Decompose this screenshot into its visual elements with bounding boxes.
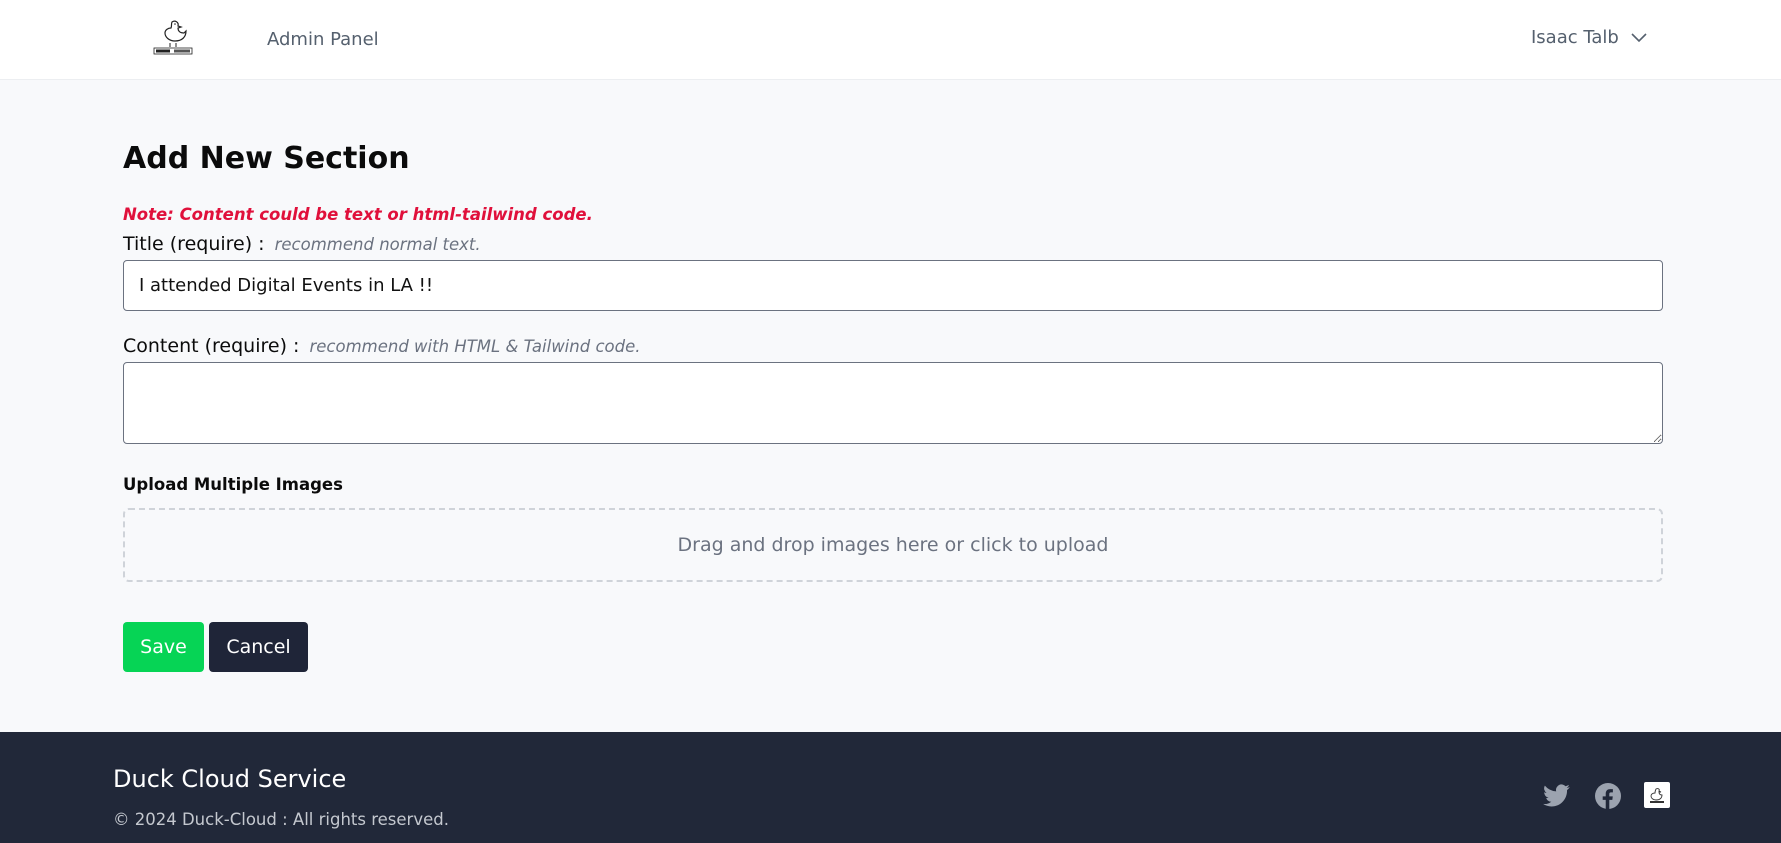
content-label-text: Content (require) : [123, 335, 300, 357]
page-title: Add New Section [123, 141, 410, 176]
title-label-text: Title (require) : [123, 233, 265, 255]
user-menu[interactable]: Isaac Talb [1531, 26, 1647, 50]
content-note: Note: Content could be text or html-tail… [123, 205, 593, 224]
user-name: Isaac Talb [1531, 27, 1619, 48]
twitter-icon[interactable] [1543, 782, 1571, 810]
chevron-down-icon [1631, 33, 1647, 43]
duck-cloud-logo-icon[interactable] [152, 18, 194, 56]
title-hint: recommend normal text. [274, 235, 481, 254]
content-label: Content (require) : recommend with HTML … [123, 333, 640, 360]
cancel-button[interactable]: Cancel [209, 622, 308, 672]
dropzone-text: Drag and drop images here or click to up… [677, 534, 1109, 556]
title-input[interactable] [123, 260, 1663, 311]
save-button[interactable]: Save [123, 622, 204, 672]
title-label: Title (require) : recommend normal text. [123, 231, 481, 258]
facebook-icon[interactable] [1594, 782, 1622, 810]
top-navbar: Admin Panel Isaac Talb [0, 0, 1781, 80]
footer-title: Duck Cloud Service [113, 765, 347, 793]
image-dropzone[interactable]: Drag and drop images here or click to up… [123, 508, 1663, 582]
copyright-text: © 2024 Duck-Cloud : All rights reserved. [113, 810, 449, 829]
content-hint: recommend with HTML & Tailwind code. [309, 337, 641, 356]
footer: Duck Cloud Service © 2024 Duck-Cloud : A… [0, 732, 1781, 843]
nav-link-admin-panel[interactable]: Admin Panel [267, 28, 379, 52]
content-textarea[interactable] [123, 362, 1663, 444]
duck-cloud-logo-icon[interactable] [1644, 782, 1670, 808]
upload-label: Upload Multiple Images [123, 475, 343, 494]
